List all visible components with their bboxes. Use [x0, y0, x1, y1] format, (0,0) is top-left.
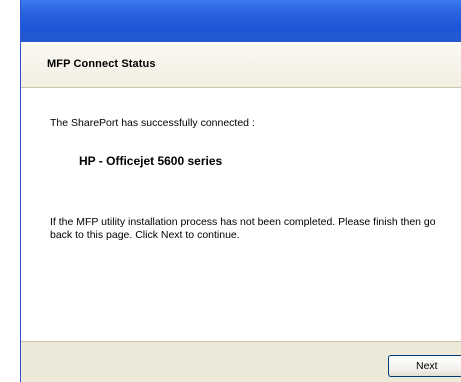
- page-title: MFP Connect Status: [47, 58, 156, 70]
- title-bar[interactable]: [21, 0, 461, 42]
- connection-status-text: The SharePort has successfully connected…: [50, 117, 255, 129]
- wizard-window: MFP Connect Status The SharePort has suc…: [20, 0, 461, 382]
- next-button[interactable]: Next: [388, 355, 461, 377]
- instruction-text: If the MFP utility installation process …: [50, 216, 436, 241]
- connected-device-name: HP - Officejet 5600 series: [79, 154, 223, 168]
- wizard-content: The SharePort has successfully connected…: [21, 88, 461, 341]
- wizard-footer: Next: [21, 341, 461, 382]
- wizard-header: MFP Connect Status: [21, 42, 461, 88]
